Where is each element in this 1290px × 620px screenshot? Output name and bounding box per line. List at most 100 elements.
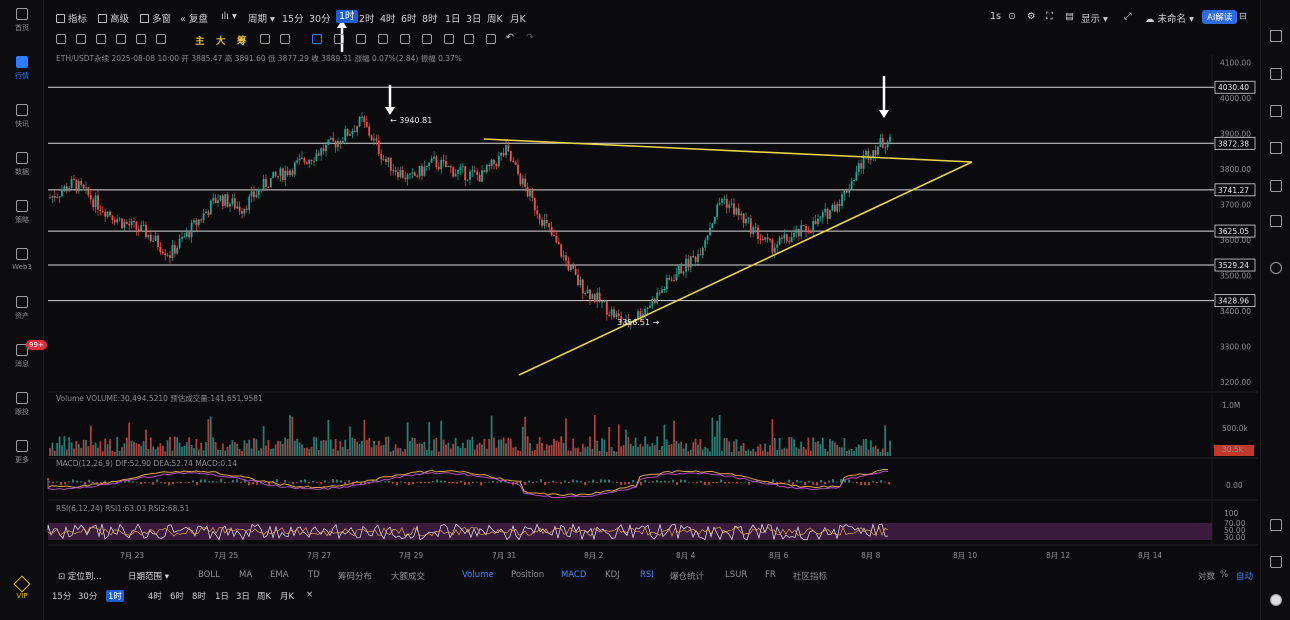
magnet-tool-icon[interactable] — [312, 34, 322, 44]
indicator-tab-3[interactable]: TD — [308, 570, 320, 580]
interval-6[interactable]: 8时 — [422, 11, 438, 25]
news-side-icon[interactable] — [1270, 215, 1282, 227]
interval-4[interactable]: 4时 — [380, 11, 396, 25]
interval-5[interactable]: 6时 — [401, 11, 417, 25]
interval-8[interactable]: 3日 — [466, 11, 482, 25]
indicator-tab-14[interactable]: 社区指标 — [793, 570, 827, 582]
volume-bar — [99, 441, 102, 456]
period-button[interactable]: 周期 ▾ — [248, 11, 275, 25]
avatar[interactable] — [1270, 594, 1282, 606]
hline-tool-icon[interactable] — [76, 34, 86, 44]
shape-tool-icon[interactable] — [260, 34, 270, 44]
interval-1[interactable]: 30分 — [309, 11, 331, 25]
chip-tool-button[interactable]: 筹 — [237, 33, 247, 47]
fullscreen-icon[interactable]: ⛶ — [1046, 11, 1053, 22]
brush-tool-icon[interactable] — [136, 34, 146, 44]
candle-body — [226, 194, 229, 207]
layout-icon[interactable]: ▤ — [1065, 11, 1074, 22]
locate-button[interactable]: ⊡ 定位到... — [58, 570, 101, 582]
eye-tool-icon[interactable] — [444, 34, 454, 44]
price-chart[interactable]: 3200.003300.003400.003500.003600.003700.… — [0, 0, 1260, 620]
indicator-tab-1[interactable]: MA — [239, 570, 252, 580]
indicator-tab-6[interactable]: Volume — [462, 570, 494, 580]
note-tool-icon[interactable] — [422, 34, 432, 44]
multi-window-button[interactable]: 多窗 — [140, 11, 171, 25]
quick-interval-2[interactable]: 1时 — [106, 590, 124, 602]
pattern-tool-icon[interactable] — [378, 34, 388, 44]
replay-button[interactable]: « 复盘 — [180, 11, 208, 25]
interval-2[interactable]: 1时 — [336, 10, 358, 23]
quick-interval-4[interactable]: 6时 — [170, 590, 184, 602]
date-range-button[interactable]: 日期范围 ▾ — [128, 570, 169, 582]
alerts-icon[interactable] — [1270, 105, 1282, 117]
channel-tool-icon[interactable] — [96, 34, 106, 44]
chevron-down-icon: ▾ — [231, 11, 237, 22]
quick-interval-7[interactable]: 3日 — [236, 590, 250, 602]
auto-toggle[interactable]: 自动 — [1236, 570, 1253, 582]
trades-icon[interactable] — [1270, 68, 1282, 80]
lock-tool-icon[interactable] — [400, 34, 410, 44]
indicator-tab-5[interactable]: 大额成交 — [391, 570, 425, 582]
display-button[interactable]: 显示 ▾ — [1081, 11, 1108, 25]
pen-tool-icon[interactable] — [356, 34, 366, 44]
interval-3[interactable]: 2时 — [359, 11, 375, 25]
ai-button[interactable]: AI解读 — [1202, 10, 1238, 24]
close-icon[interactable]: × — [306, 590, 313, 600]
advanced-button[interactable]: 高级 — [98, 11, 129, 25]
macd-histogram-bar — [496, 481, 498, 483]
indicator-tab-8[interactable]: MACD — [561, 570, 586, 580]
candle-body — [644, 308, 647, 314]
candle-body — [209, 200, 212, 215]
window-icon[interactable] — [1270, 519, 1282, 531]
quick-interval-5[interactable]: 8时 — [192, 590, 206, 602]
indicators-button[interactable]: 指标 — [56, 11, 87, 25]
quick-interval-0[interactable]: 15分 — [52, 590, 71, 602]
candle-body — [603, 301, 606, 303]
chart-type-button[interactable]: ılı ▾ — [221, 11, 237, 22]
interval-0[interactable]: 15分 — [282, 11, 304, 25]
indicator-tab-0[interactable]: BOLL — [198, 570, 220, 580]
fib-tool-icon[interactable] — [116, 34, 126, 44]
speed-button[interactable]: 1s — [990, 11, 1001, 22]
clock-icon[interactable] — [1270, 262, 1282, 274]
expand-icon[interactable]: ⤢ — [1124, 11, 1132, 22]
indicator-tab-7[interactable]: Position — [511, 570, 544, 580]
interval-7[interactable]: 1日 — [445, 11, 461, 25]
big-tool-button[interactable]: 大 — [216, 33, 226, 47]
chat-icon[interactable] — [1270, 142, 1282, 154]
settings-icon[interactable]: ⚙ — [1027, 11, 1036, 22]
quick-interval-6[interactable]: 1日 — [215, 590, 229, 602]
indicator-tab-9[interactable]: KDJ — [605, 570, 620, 580]
ruler-tool-icon[interactable] — [156, 34, 166, 44]
orderbook-icon[interactable] — [1270, 30, 1282, 42]
indicator-tab-13[interactable]: FR — [765, 570, 776, 580]
candle-body — [298, 158, 301, 161]
indicator-tab-2[interactable]: EMA — [270, 570, 289, 580]
indicator-tab-4[interactable]: 筹码分布 — [338, 570, 372, 582]
log-toggle[interactable]: 对数 — [1198, 570, 1215, 582]
main-tool-button[interactable]: 主 — [195, 33, 205, 47]
camera-icon[interactable]: ⊙ — [1008, 11, 1016, 22]
undo-icon[interactable]: ↶ — [506, 32, 514, 43]
grid-tool-icon[interactable] — [280, 34, 290, 44]
panel-toggle-icon[interactable]: ⊟ — [1239, 11, 1247, 22]
indicator-tab-11[interactable]: 爆仓统计 — [670, 570, 704, 582]
filter-tool-icon[interactable] — [464, 34, 474, 44]
help-icon[interactable] — [1270, 556, 1282, 568]
indicator-tab-12[interactable]: LSUR — [725, 570, 747, 580]
quick-interval-1[interactable]: 30分 — [78, 590, 97, 602]
line-tool-icon[interactable] — [56, 34, 66, 44]
watchlist-icon[interactable] — [1270, 180, 1282, 192]
candle-body — [58, 196, 61, 198]
quick-interval-8[interactable]: 周K — [257, 590, 271, 602]
trash-tool-icon[interactable] — [486, 34, 496, 44]
interval-10[interactable]: 月K — [510, 11, 526, 25]
redo-icon[interactable]: ↷ — [526, 32, 534, 43]
quick-interval-3[interactable]: 4时 — [148, 590, 162, 602]
cloud-button[interactable]: ☁ 未命名 ▾ — [1145, 11, 1194, 25]
percent-toggle[interactable]: % — [1220, 570, 1228, 580]
cross-tool-icon[interactable] — [334, 34, 344, 44]
quick-interval-9[interactable]: 月K — [280, 590, 294, 602]
interval-9[interactable]: 周K — [487, 11, 503, 25]
indicator-tab-10[interactable]: RSI — [640, 570, 654, 580]
